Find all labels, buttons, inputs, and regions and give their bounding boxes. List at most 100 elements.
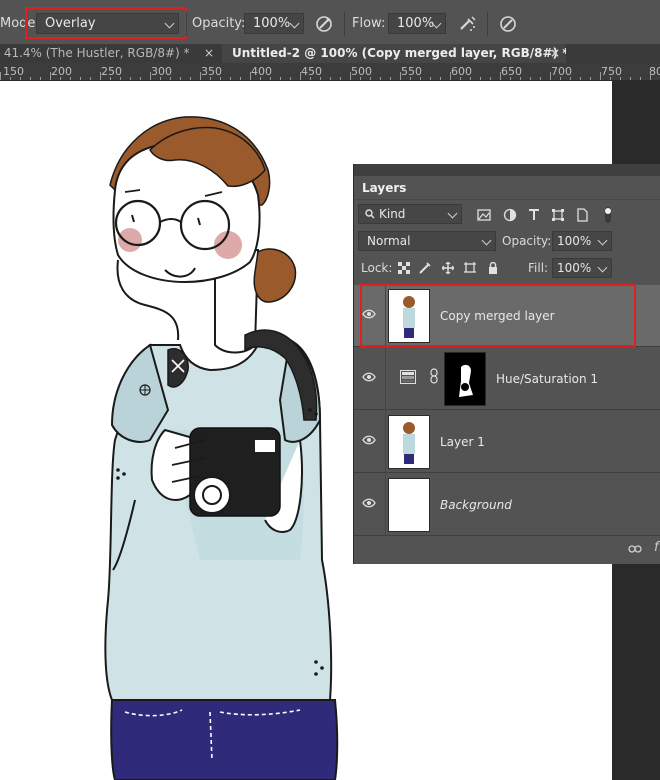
lock-artboard-icon[interactable] — [464, 262, 476, 274]
close-icon[interactable]: × — [204, 44, 214, 62]
flow-field[interactable]: 100% — [388, 13, 446, 34]
type-layer-filter-icon[interactable] — [527, 208, 541, 222]
ruler-tick — [310, 77, 311, 80]
lock-position-icon[interactable] — [442, 262, 454, 274]
ruler-tick — [350, 72, 351, 80]
tab-the-hustler[interactable]: @ 41.4% (The Hustler, RGB/8#) * × — [0, 44, 218, 63]
ruler-tick — [70, 77, 71, 80]
hue-saturation-adjustment-icon — [400, 370, 416, 384]
pressure-size-icon[interactable] — [498, 14, 518, 34]
shape-layer-filter-icon[interactable] — [551, 208, 565, 222]
ruler-label: 500 — [351, 65, 372, 78]
ruler-tick — [60, 77, 61, 80]
layer-mask-thumbnail[interactable] — [444, 352, 486, 406]
opacity-field[interactable]: 100% — [244, 13, 304, 34]
layer-name[interactable]: Layer 1 — [440, 435, 485, 449]
ruler-tick — [130, 77, 131, 80]
ruler-tick — [10, 77, 11, 80]
lock-transparent-pixels-icon[interactable] — [398, 262, 410, 274]
ruler-tick — [100, 72, 101, 80]
ruler-tick — [470, 77, 471, 80]
ruler-tick — [220, 77, 221, 80]
flow-label: Flow: — [352, 16, 386, 31]
visibility-eye-icon[interactable] — [362, 435, 376, 445]
ruler-tick — [230, 77, 231, 80]
ruler-tick — [630, 77, 631, 80]
ruler-tick — [550, 72, 551, 80]
fill-field[interactable]: 100% — [552, 258, 612, 278]
ruler-tick — [440, 77, 441, 80]
ruler-tick — [640, 77, 641, 80]
smart-object-filter-icon[interactable] — [575, 208, 589, 222]
ruler-label: 400 — [251, 65, 272, 78]
airbrush-icon[interactable] — [458, 14, 478, 34]
ruler-tick — [530, 77, 531, 80]
layer-name[interactable]: Background — [440, 498, 512, 512]
chevron-down-icon — [289, 18, 300, 29]
toolbar-divider — [487, 12, 488, 36]
pressure-opacity-icon[interactable] — [314, 14, 334, 34]
ruler-tick — [200, 72, 201, 80]
options-bar: Mode: Overlay Opacity: 100% Flow: 100% — [0, 0, 660, 44]
ruler-tick — [400, 72, 401, 80]
visibility-eye-icon[interactable] — [362, 372, 376, 382]
chevron-down-icon — [597, 262, 608, 273]
tab-untitled-2[interactable]: Untitled-2 @ 100% (Copy merged layer, RG… — [222, 44, 566, 63]
tab-layers[interactable]: Layers — [354, 176, 406, 199]
filter-toggle-icon[interactable] — [602, 206, 614, 224]
ruler-label: 300 — [151, 65, 172, 78]
pixel-layer-filter-icon[interactable] — [477, 208, 491, 222]
ruler-tick — [410, 77, 411, 80]
ruler-tick — [170, 77, 171, 80]
layer-blend-mode-dropdown[interactable]: Normal — [358, 231, 496, 251]
lock-image-pixels-icon[interactable] — [419, 262, 431, 274]
ruler-tick — [320, 77, 321, 80]
opacity-label: Opacity: — [192, 16, 246, 31]
layer-row-layer-1[interactable]: Layer 1 — [354, 411, 660, 473]
layer-row-background[interactable]: Background — [354, 474, 660, 536]
close-icon[interactable]: × — [550, 44, 560, 62]
ruler-tick — [210, 77, 211, 80]
eye-column-divider — [385, 474, 386, 536]
layers-panel-footer: f — [354, 536, 660, 564]
toolbar-divider — [186, 12, 187, 36]
ruler-tick — [330, 77, 331, 80]
layer-opacity-label: Opacity: — [502, 234, 552, 248]
adjustment-layer-filter-icon[interactable] — [503, 208, 517, 222]
fill-label: Fill: — [528, 261, 549, 275]
ruler-tick — [360, 77, 361, 80]
link-layers-icon[interactable] — [628, 544, 642, 554]
layer-opacity-field[interactable]: 100% — [552, 231, 612, 251]
panel-divider — [354, 199, 660, 200]
ruler-tick — [0, 72, 1, 80]
eye-column-divider — [385, 411, 386, 473]
layer-name[interactable]: Hue/Saturation 1 — [496, 372, 598, 386]
filter-kind-label: Kind — [379, 207, 406, 221]
chain-link-icon[interactable] — [430, 368, 438, 384]
ruler-tick — [110, 77, 111, 80]
tab-label: @ 41.4% (The Hustler, RGB/8#) * — [0, 46, 190, 60]
ruler-label: 450 — [301, 65, 322, 78]
layer-highlight-box — [360, 284, 636, 347]
layer-row-hue-saturation[interactable]: Hue/Saturation 1 — [354, 348, 660, 410]
ruler-tick — [420, 77, 421, 80]
ruler-tick — [160, 77, 161, 80]
ruler-tick — [260, 77, 261, 80]
lock-label: Lock: — [361, 261, 393, 275]
brush-cursor-icon — [139, 384, 151, 396]
ruler-label: 700 — [551, 65, 572, 78]
ruler-tick — [140, 77, 141, 80]
ruler-tick — [520, 77, 521, 80]
ruler-tick — [460, 77, 461, 80]
ruler-tick — [20, 77, 21, 80]
layer-filter-dropdown[interactable]: Kind — [358, 204, 462, 224]
visibility-eye-icon[interactable] — [362, 498, 376, 508]
ruler-tick — [270, 77, 271, 80]
layers-panel: Layers Kind Normal Opacity: 100% Lock: F… — [353, 164, 660, 564]
lock-all-icon[interactable] — [487, 262, 499, 274]
ruler-tick — [500, 72, 501, 80]
ruler-tick — [390, 77, 391, 80]
ruler-tick — [570, 77, 571, 80]
fx-icon[interactable]: f — [654, 540, 659, 555]
panel-tab-bar — [354, 164, 660, 176]
